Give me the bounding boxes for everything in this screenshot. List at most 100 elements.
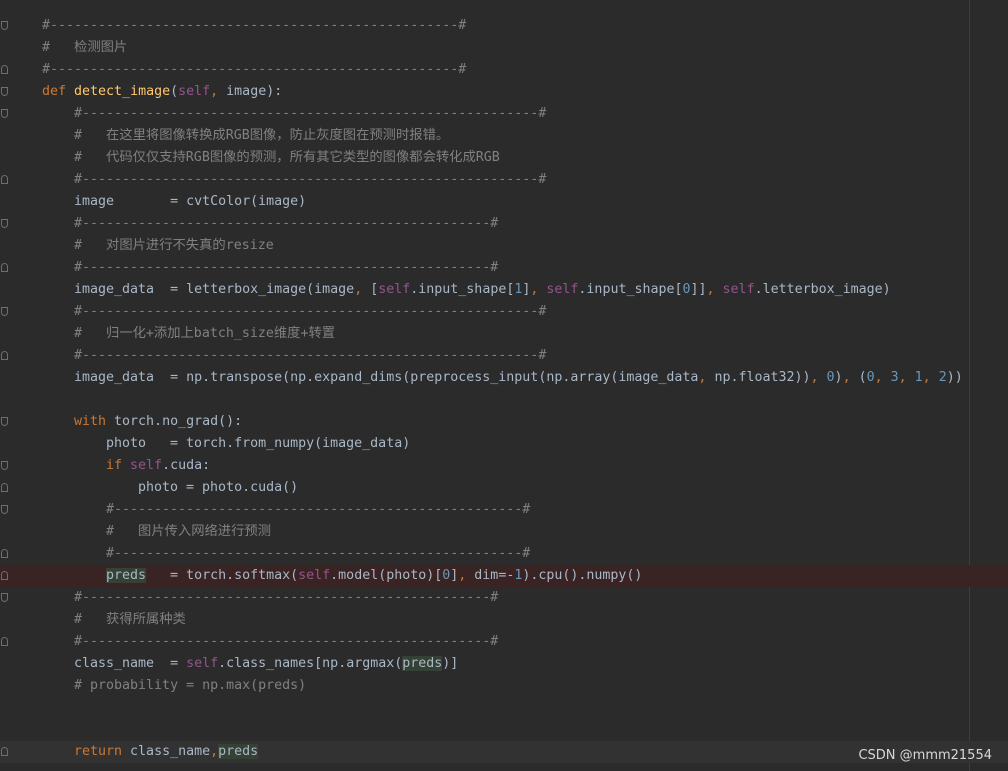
code-token: .letterbox_image) xyxy=(754,282,891,297)
code-token: .cuda: xyxy=(162,458,211,473)
code-token: #---------------------------------------… xyxy=(74,634,499,649)
code-text: return class_name,preds xyxy=(74,741,259,763)
code-line[interactable]: image_data = np.transpose(np.expand_dims… xyxy=(0,367,1008,389)
code-line[interactable]: return class_name,preds xyxy=(0,741,1008,763)
code-line[interactable]: photo = torch.from_numpy(image_data) xyxy=(0,433,1008,455)
code-token: , xyxy=(354,282,371,297)
fold-start-icon[interactable] xyxy=(1,219,8,228)
code-line[interactable]: def detect_image(self, image): xyxy=(0,81,1008,103)
code-line[interactable]: #---------------------------------------… xyxy=(0,301,1008,323)
code-line[interactable]: # 获得所属种类 xyxy=(0,609,1008,631)
code-line[interactable]: # 归一化+添加上batch_size维度+转置 xyxy=(0,323,1008,345)
code-line[interactable]: #---------------------------------------… xyxy=(0,543,1008,565)
code-token: self xyxy=(186,656,219,671)
code-token: #---------------------------------------… xyxy=(74,106,547,121)
code-line[interactable]: #---------------------------------------… xyxy=(0,169,1008,191)
code-line[interactable] xyxy=(0,719,1008,741)
code-token: ( xyxy=(170,84,179,99)
code-token: .input_shape[ xyxy=(578,282,683,297)
code-token: #---------------------------------------… xyxy=(42,62,467,77)
code-token: # 图片传入网络进行预测 xyxy=(106,524,271,539)
code-line[interactable]: # 对图片进行不失真的resize xyxy=(0,235,1008,257)
code-token: #---------------------------------------… xyxy=(106,546,531,561)
code-line[interactable]: #---------------------------------------… xyxy=(0,587,1008,609)
code-token: image = cvtColor(image) xyxy=(74,194,307,209)
code-line[interactable] xyxy=(0,697,1008,719)
code-line[interactable]: #---------------------------------------… xyxy=(0,345,1008,367)
fold-end-icon[interactable] xyxy=(1,175,8,184)
fold-end-icon[interactable] xyxy=(1,263,8,272)
code-token: dim xyxy=(474,568,499,583)
code-text: # 获得所属种类 xyxy=(74,609,186,631)
code-text: #---------------------------------------… xyxy=(74,631,498,653)
code-text: image_data = np.transpose(np.expand_dims… xyxy=(74,367,963,389)
code-text: class_name = self.class_names[np.argmax(… xyxy=(74,653,458,675)
code-token: photo = torch.from_numpy(image_data) xyxy=(106,436,411,451)
code-token: # probability = np.max(preds) xyxy=(74,678,307,693)
code-token: class_name xyxy=(130,744,211,759)
code-token: #---------------------------------------… xyxy=(42,18,467,33)
fold-start-icon[interactable] xyxy=(1,109,8,118)
code-token: 1 xyxy=(914,370,923,385)
code-line[interactable]: class_name = self.class_names[np.argmax(… xyxy=(0,653,1008,675)
fold-end-icon[interactable] xyxy=(1,747,8,756)
fold-start-icon[interactable] xyxy=(1,307,8,316)
code-token: #---------------------------------------… xyxy=(106,502,531,517)
code-text: # 图片传入网络进行预测 xyxy=(106,521,271,543)
code-token: , xyxy=(530,282,547,297)
code-token: #---------------------------------------… xyxy=(74,172,547,187)
code-token: np.float32)) xyxy=(714,370,811,385)
code-line[interactable]: # 在这里将图像转换成RGB图像，防止灰度图在预测时报错。 xyxy=(0,125,1008,147)
code-lines[interactable]: #---------------------------------------… xyxy=(0,15,1008,763)
code-line[interactable]: with torch.no_grad(): xyxy=(0,411,1008,433)
code-line[interactable]: # 代码仅仅支持RGB图像的预测，所有其它类型的图像都会转化成RGB xyxy=(0,147,1008,169)
code-text: if self.cuda: xyxy=(106,455,210,477)
code-token: 0 xyxy=(866,370,875,385)
code-line[interactable] xyxy=(0,389,1008,411)
code-token: #---------------------------------------… xyxy=(74,590,499,605)
code-line[interactable]: #---------------------------------------… xyxy=(0,499,1008,521)
fold-start-icon[interactable] xyxy=(1,21,8,30)
fold-end-icon[interactable] xyxy=(1,637,8,646)
code-text: photo = photo.cuda() xyxy=(138,477,298,499)
fold-start-icon[interactable] xyxy=(1,417,8,426)
code-text: #---------------------------------------… xyxy=(74,257,498,279)
code-line[interactable]: #---------------------------------------… xyxy=(0,59,1008,81)
code-line[interactable]: # 检测图片 xyxy=(0,37,1008,59)
code-line[interactable]: #---------------------------------------… xyxy=(0,103,1008,125)
code-line[interactable]: # 图片传入网络进行预测 xyxy=(0,521,1008,543)
fold-end-icon[interactable] xyxy=(1,65,8,74)
fold-start-icon[interactable] xyxy=(1,461,8,470)
code-line[interactable]: image = cvtColor(image) xyxy=(0,191,1008,213)
code-line[interactable]: #---------------------------------------… xyxy=(0,631,1008,653)
code-editor[interactable]: #---------------------------------------… xyxy=(0,0,1008,771)
code-text: image_data = letterbox_image(image, [sel… xyxy=(74,279,891,301)
code-line[interactable]: photo = photo.cuda() xyxy=(0,477,1008,499)
fold-start-icon[interactable] xyxy=(1,87,8,96)
code-line[interactable]: #---------------------------------------… xyxy=(0,257,1008,279)
fold-start-icon[interactable] xyxy=(1,505,8,514)
fold-end-icon[interactable] xyxy=(1,483,8,492)
code-token: return xyxy=(74,744,131,759)
code-token: # 在这里将图像转换成RGB图像，防止灰度图在预测时报错。 xyxy=(74,128,450,143)
code-token: )) xyxy=(946,370,963,385)
fold-start-icon[interactable] xyxy=(1,593,8,602)
fold-end-icon[interactable] xyxy=(1,351,8,360)
code-line[interactable]: if self.cuda: xyxy=(0,455,1008,477)
code-text: # 检测图片 xyxy=(42,37,127,59)
code-token: class_name = xyxy=(74,656,187,671)
code-line[interactable]: #---------------------------------------… xyxy=(0,15,1008,37)
code-token: #---------------------------------------… xyxy=(74,348,547,363)
code-line[interactable]: #---------------------------------------… xyxy=(0,213,1008,235)
fold-end-icon[interactable] xyxy=(1,571,8,580)
code-token: photo = photo.cuda() xyxy=(138,480,299,495)
code-text: #---------------------------------------… xyxy=(42,15,466,37)
code-text: #---------------------------------------… xyxy=(42,59,466,81)
fold-end-icon[interactable] xyxy=(1,549,8,558)
code-token: 3 xyxy=(890,370,899,385)
code-token: , xyxy=(898,370,915,385)
code-line[interactable]: image_data = letterbox_image(image, [sel… xyxy=(0,279,1008,301)
code-line[interactable]: preds = torch.softmax(self.model(photo)[… xyxy=(0,565,1008,587)
code-text: #---------------------------------------… xyxy=(106,543,530,565)
code-line[interactable]: # probability = np.max(preds) xyxy=(0,675,1008,697)
